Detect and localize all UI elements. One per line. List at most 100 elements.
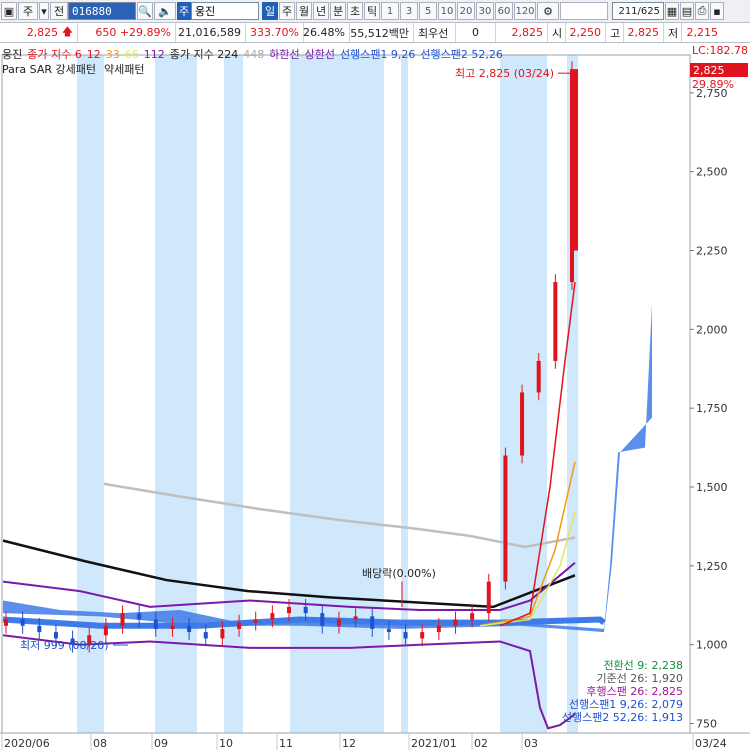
price-chart[interactable]: 750 1,000 1,250 1,500 1,750 2,000 2,250 2,500 2,… (0, 43, 750, 750)
candle-body (103, 625, 108, 636)
legend-item[interactable]: 하한선 (269, 48, 299, 61)
blank-field[interactable] (560, 2, 608, 20)
save-icon[interactable]: ▤ (680, 2, 694, 20)
period-second[interactable]: 초 (347, 2, 363, 20)
volume: 21,016,589 (176, 23, 246, 42)
legend-item[interactable]: 66 (125, 48, 139, 61)
legend-item[interactable]: Para SAR 강세패턴 (2, 63, 96, 76)
settings-icon[interactable]: ⚙ (537, 2, 559, 20)
period-year[interactable]: 년 (313, 2, 329, 20)
candle-body (137, 613, 142, 620)
y-tick-label: 750 (696, 718, 717, 731)
minute-10[interactable]: 10 (438, 2, 456, 20)
indicator-value: 기준선 26: 1,920 (596, 672, 683, 685)
candle-body (370, 616, 375, 629)
candle-body (187, 625, 192, 633)
x-tick-label: 12 (342, 737, 356, 750)
x-tick-label: 03 (524, 737, 538, 750)
current-price-label: 2,825 (693, 64, 725, 77)
minute-1[interactable]: 1 (381, 2, 399, 20)
chevron-down-icon[interactable]: ▾ (39, 2, 49, 20)
search-icon[interactable]: 🔍 (137, 2, 153, 20)
minute-60[interactable]: 60 (495, 2, 513, 20)
price-change: 650 +29.89% (78, 23, 176, 42)
minute-20[interactable]: 20 (457, 2, 475, 20)
candle-body (536, 360, 541, 393)
candle-body (503, 455, 508, 582)
legend-item[interactable]: 선행스팬1 9,26 (340, 48, 415, 61)
prev-button[interactable]: 전 (50, 2, 68, 20)
stock-code-input[interactable] (68, 2, 136, 20)
high-price: 2,825 (624, 23, 664, 42)
x-tick-label: 2021/01 (411, 737, 457, 750)
legend-item[interactable]: 웅진 (2, 48, 22, 61)
y-tick-label: 1,000 (696, 639, 728, 652)
legend-item[interactable]: 종가 지수 224 (170, 48, 238, 61)
counter-field[interactable]: 211/625 (612, 2, 664, 20)
candle-body (336, 619, 341, 626)
x-tick-label: 08 (93, 737, 107, 750)
candle-body (170, 625, 175, 629)
chart-legend: 웅진 종가 지수 6 12 33 66 112 종가 지수 224 448 하한선 상한선 선행스팬… (2, 46, 508, 62)
candle-body (153, 619, 158, 629)
candle-body (237, 622, 242, 629)
speaker-icon[interactable]: 🔈 (154, 2, 176, 20)
legend-item[interactable]: 12 (87, 48, 101, 61)
legend-item[interactable]: 종가 지수 6 (27, 48, 81, 61)
indicator-value: 선행스팬1 9,26: 2,079 (569, 698, 683, 711)
volume-ratio: 333.70% (246, 23, 304, 42)
legend-item[interactable]: 112 (144, 48, 165, 61)
highlight-band (77, 55, 104, 733)
period-minute[interactable]: 분 (330, 2, 346, 20)
stock-name-input[interactable] (191, 2, 259, 20)
candle-body (303, 606, 308, 614)
x-tick-label: 10 (219, 737, 233, 750)
candle-body (453, 619, 458, 626)
chart-legend-line2: Para SAR 강세패턴 약세패턴 (2, 61, 152, 77)
lc-label: LC:182.78 (692, 44, 748, 57)
low-label: 저 (664, 23, 682, 42)
prefix-dropdown[interactable]: 주 (18, 2, 38, 20)
legend-item[interactable]: 448 (243, 48, 264, 61)
current-price: 2,825 🡅 (0, 23, 78, 42)
indicator-value: 선행스팬2 52,26: 1,913 (562, 711, 683, 724)
period-week[interactable]: 주 (279, 2, 295, 20)
quote-bar: 2,825 🡅 650 +29.89% 21,016,589 333.70% 2… (0, 23, 750, 43)
candle-body (436, 625, 441, 633)
x-tick-label: 09 (154, 737, 168, 750)
candle-body (4, 619, 8, 626)
print-icon[interactable]: ⎙ (695, 2, 709, 20)
minute-5[interactable]: 5 (419, 2, 437, 20)
legend-item[interactable]: 선행스팬2 52,26 (420, 48, 502, 61)
candle-body (386, 628, 391, 633)
legend-item[interactable]: 33 (106, 48, 120, 61)
x-tick-label: 02 (474, 737, 488, 750)
grid-icon[interactable]: ▦ (665, 2, 679, 20)
candle-body (120, 613, 125, 626)
candle-body (353, 616, 358, 620)
dividend-annotation: 배당락(0.00%) (362, 567, 436, 580)
period-tick[interactable]: 틱 (364, 2, 380, 20)
current-rate-label: 29.89% (692, 78, 734, 91)
indicator-value: 후행스팬 26: 2,825 (586, 685, 683, 698)
high-label: 고 (606, 23, 624, 42)
candle-body (203, 632, 208, 639)
period-day[interactable]: 일 (262, 2, 278, 20)
candle-body (470, 613, 475, 620)
candle-body (420, 632, 425, 639)
low-annotation: 최저 999 (08/20) (20, 639, 109, 652)
minute-3[interactable]: 3 (400, 2, 418, 20)
candle-body (520, 392, 525, 456)
layout-icon[interactable]: ▣ (1, 2, 17, 20)
y-tick-label: 1,750 (696, 402, 728, 415)
legend-item[interactable]: 약세패턴 (104, 63, 144, 76)
minute-30[interactable]: 30 (476, 2, 494, 20)
turnover: 26.48% (303, 23, 350, 42)
minute-120[interactable]: 120 (514, 2, 536, 20)
legend-item[interactable]: 상한선 (305, 48, 335, 61)
highlight-band (401, 55, 408, 733)
candle-body (553, 282, 558, 361)
period-month[interactable]: 월 (296, 2, 312, 20)
x-tick-label: 03/24 (695, 737, 727, 750)
close-icon[interactable]: ▪ (710, 2, 724, 20)
